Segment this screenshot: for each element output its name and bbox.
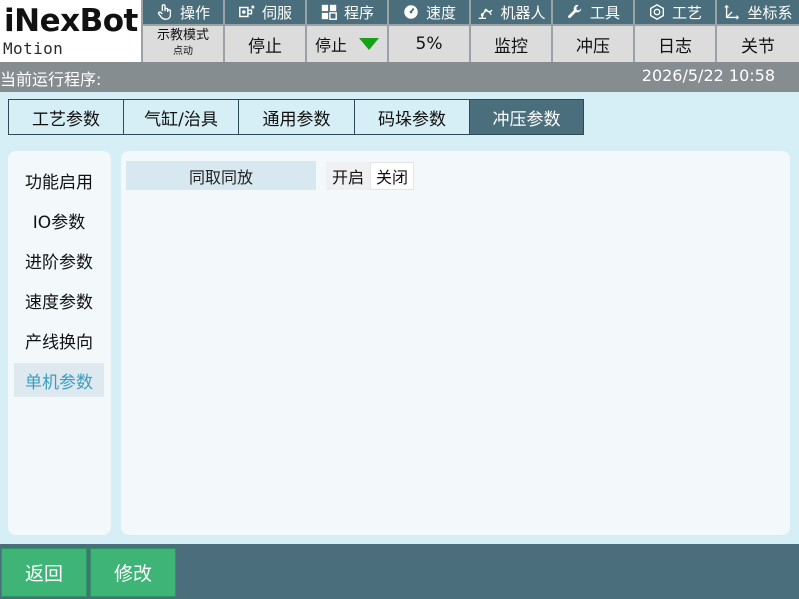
tab-servo[interactable]: 伺服 [225,0,305,24]
robot-state[interactable]: 监控 [471,26,551,62]
tab-servo-label: 伺服 [261,3,292,22]
menu-item-standalone-params[interactable]: 单机参数 [14,363,104,397]
tab-process-params[interactable]: 工艺参数 [8,99,124,135]
program-state[interactable]: 停止 [307,26,387,62]
toggle-off-button[interactable]: 关闭 [370,162,414,190]
status-bar: 当前运行程序: 2026/5/22 10:58 [0,62,799,92]
tab-coordinate-label: 坐标系 [747,3,793,22]
footer-bar: 返回 修改 [0,544,799,599]
tab-operation[interactable]: 操作 [143,0,223,24]
back-button[interactable]: 返回 [1,548,87,597]
tab-operation-label: 操作 [179,3,210,22]
tab-program[interactable]: 程序 [307,0,387,24]
mode-cell[interactable]: 示教模式 点动 [143,26,223,62]
wrench-icon [568,4,582,19]
modify-button[interactable]: 修改 [90,548,176,597]
left-menu: 功能启用 IO参数 进阶参数 速度参数 产线换向 单机参数 [8,151,111,535]
menu-item-io-params[interactable]: IO参数 [14,203,104,237]
sync-toggle: 开启 关闭 [326,162,414,190]
program-grid-icon [321,4,337,20]
tab-tool[interactable]: 工具 [553,0,633,24]
tab-robot-label: 机器人 [500,3,546,22]
main-panel: 同取同放 开启 关闭 [121,151,790,535]
top-header: iNexBot Motion Control 操作 伺服 程序 速度 机器人 工… [0,0,799,78]
tool-state[interactable]: 冲压 [553,26,633,62]
tab-speed-label: 速度 [425,3,456,22]
menu-item-advanced-params[interactable]: 进阶参数 [14,243,104,277]
logo-brand: iNexBot [4,3,138,39]
coord-state[interactable]: 关节 [717,26,799,62]
tab-tool-label: 工具 [589,3,620,22]
param-tabs: 工艺参数 气缸/治具 通用参数 码垛参数 冲压参数 [8,99,584,135]
mode-label: 示教模式 [156,28,209,43]
triangle-down-icon [359,38,379,50]
mode-sublabel: 点动 [173,46,193,57]
tab-general-params[interactable]: 通用参数 [239,99,355,135]
process-icon [650,4,664,20]
current-program-label: 当前运行程序: [0,70,102,89]
tab-coordinate[interactable]: 坐标系 [717,0,799,24]
tab-robot[interactable]: 机器人 [471,0,551,24]
sync-pick-place-label: 同取同放 [126,161,316,190]
program-state-label: 停止 [314,36,347,55]
tab-speed[interactable]: 速度 [389,0,469,24]
tab-stamping-params[interactable]: 冲压参数 [470,99,584,135]
hand-icon [157,4,172,20]
tab-process[interactable]: 工艺 [635,0,715,24]
menu-item-speed-params[interactable]: 速度参数 [14,283,104,317]
servo-state[interactable]: 停止 [225,26,305,62]
tab-program-label: 程序 [343,3,374,22]
tab-process-label: 工艺 [671,3,702,22]
speed-gauge-icon [404,5,418,19]
logo: iNexBot Motion Control [0,0,141,78]
axis-icon [724,4,740,20]
servo-icon [239,5,255,18]
tab-cylinder-fixture[interactable]: 气缸/治具 [124,99,239,135]
datetime: 2026/5/22 10:58 [641,66,775,85]
menu-item-line-reversal[interactable]: 产线换向 [14,323,104,357]
menu-item-function-enable[interactable]: 功能启用 [14,163,104,197]
tab-palletizing-params[interactable]: 码垛参数 [355,99,470,135]
speed-value[interactable]: 5% [389,26,469,62]
robot-arm-icon [479,8,494,20]
process-state[interactable]: 日志 [635,26,715,62]
toggle-on-button[interactable]: 开启 [326,162,370,190]
